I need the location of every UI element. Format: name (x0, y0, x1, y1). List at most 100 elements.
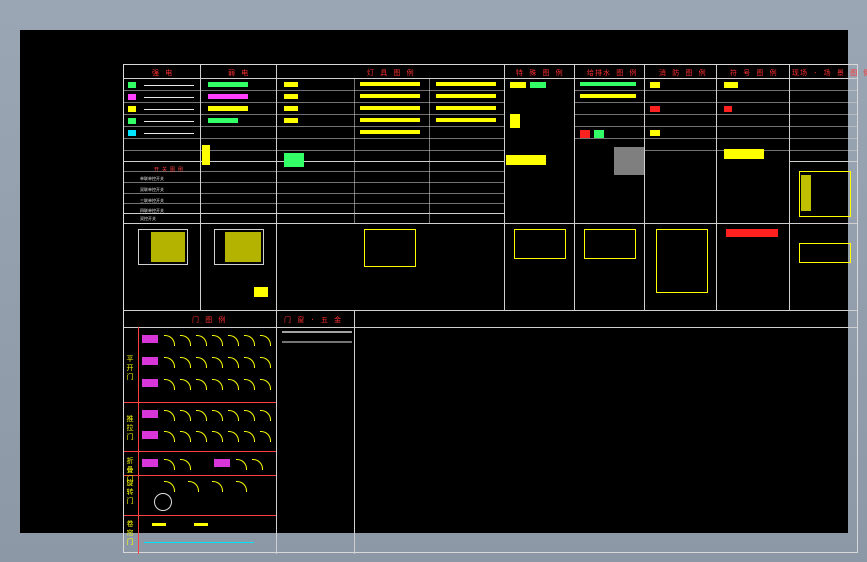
door-swing-icon (164, 379, 175, 390)
fixture-symbol (284, 153, 304, 167)
fire-symbol (650, 130, 660, 136)
door-symbol (142, 431, 158, 439)
door-swing-icon (260, 357, 271, 368)
plumbing-fixture-image (614, 147, 644, 175)
grid-line (124, 193, 504, 194)
sub-legend-table (214, 229, 264, 265)
door-row-label: 推 拉 门 (126, 415, 134, 441)
door-swing-icon (236, 459, 247, 470)
special-symbol (510, 114, 520, 128)
sub-legend-table (364, 229, 416, 267)
special-symbol (510, 82, 526, 88)
door-symbol (142, 410, 158, 418)
shutter-line (144, 542, 254, 543)
door-swing-icon (164, 335, 175, 346)
door-swing-icon (212, 431, 223, 442)
grid-line (124, 213, 504, 214)
cad-viewport[interactable]: 强 电 弱 电 灯 具 图 例 特 殊 图 例 给排水 图 例 消 防 图 例 … (20, 30, 867, 554)
symbol-mark (724, 149, 764, 159)
door-swing-icon (236, 481, 247, 492)
special-symbol (506, 155, 546, 165)
label-line (144, 121, 194, 122)
fixture-symbol (284, 118, 298, 123)
sub-legend-table (138, 229, 188, 265)
door-swing-icon (260, 379, 271, 390)
fixture-symbol (436, 82, 496, 86)
fire-symbol (650, 106, 660, 112)
weak-symbol-row (208, 118, 238, 123)
door-swing-icon (228, 357, 239, 368)
door-swing-icon (164, 357, 175, 368)
door-swing-icon (196, 410, 207, 421)
door-swing-icon (260, 410, 271, 421)
window-symbol (282, 341, 352, 343)
door-swing-icon (164, 410, 175, 421)
shutter-symbol (152, 523, 166, 526)
door-swing-icon (228, 431, 239, 442)
legend-sheet: 强 电 弱 电 灯 具 图 例 特 殊 图 例 给排水 图 例 消 防 图 例 … (123, 64, 867, 554)
fixture-symbol (360, 118, 420, 122)
door-swing-icon (164, 481, 175, 492)
label-line (144, 85, 194, 86)
fixture-symbol (436, 118, 496, 122)
door-swing-icon (212, 357, 223, 368)
grid-line (429, 78, 430, 223)
door-row-line (124, 402, 276, 403)
door-row-line (124, 475, 276, 476)
plumbing-symbol (580, 94, 636, 98)
grid-line (124, 114, 504, 115)
grid-line (124, 182, 504, 183)
grid-line (124, 310, 857, 311)
door-swing-icon (244, 379, 255, 390)
door-swing-icon (212, 379, 223, 390)
grid-line (124, 161, 504, 162)
door-swing-icon (244, 431, 255, 442)
power-list-item: 双联单控开关 (140, 187, 164, 192)
door-swing-icon (180, 459, 191, 470)
symbol-mark (724, 106, 732, 112)
grid-line (716, 65, 717, 310)
fixture-symbol (284, 82, 298, 87)
door-swing-icon (180, 379, 191, 390)
socket-icon (128, 82, 136, 88)
door-swing-icon (180, 357, 191, 368)
door-swing-icon (244, 335, 255, 346)
fire-symbol (650, 82, 660, 88)
grid-line (789, 65, 790, 310)
fixture-symbol (360, 106, 420, 110)
door-symbol (214, 459, 230, 467)
door-row-label: 平 开 门 (126, 355, 134, 381)
window-section-title: 门 窗 · 五 金 (284, 316, 343, 324)
door-swing-icon (252, 459, 263, 470)
door-section-title: 门 图 例 (192, 316, 227, 324)
door-swing-icon (164, 431, 175, 442)
door-swing-icon (212, 335, 223, 346)
door-swing-icon (196, 379, 207, 390)
section-title-power: 强 电 (152, 69, 174, 77)
power-list-item: 双控开关 (140, 216, 156, 221)
door-row-label: 卷 帘 门 (126, 520, 134, 546)
weak-symbol-row (208, 82, 248, 87)
door-swing-icon (228, 410, 239, 421)
site-swatch (801, 175, 811, 211)
door-symbol (142, 459, 158, 467)
grid-line (124, 90, 504, 91)
door-col-line (138, 327, 139, 554)
grid-line (574, 65, 575, 310)
grid-line (354, 78, 355, 223)
sub-legend-table (656, 229, 708, 293)
grid-line (276, 65, 277, 554)
fixture-symbol (284, 106, 298, 111)
door-swing-icon (196, 357, 207, 368)
grid-line (124, 126, 504, 127)
door-swing-icon (164, 459, 175, 470)
power-list-item: 单联单控开关 (140, 176, 164, 181)
socket-icon (128, 94, 136, 100)
socket-icon (128, 130, 136, 136)
door-symbol (142, 335, 158, 343)
door-swing-icon (180, 410, 191, 421)
door-symbol (142, 357, 158, 365)
weak-symbol-row (208, 94, 248, 99)
door-swing-icon (196, 431, 207, 442)
power-list-item: 四联单控开关 (140, 208, 164, 213)
